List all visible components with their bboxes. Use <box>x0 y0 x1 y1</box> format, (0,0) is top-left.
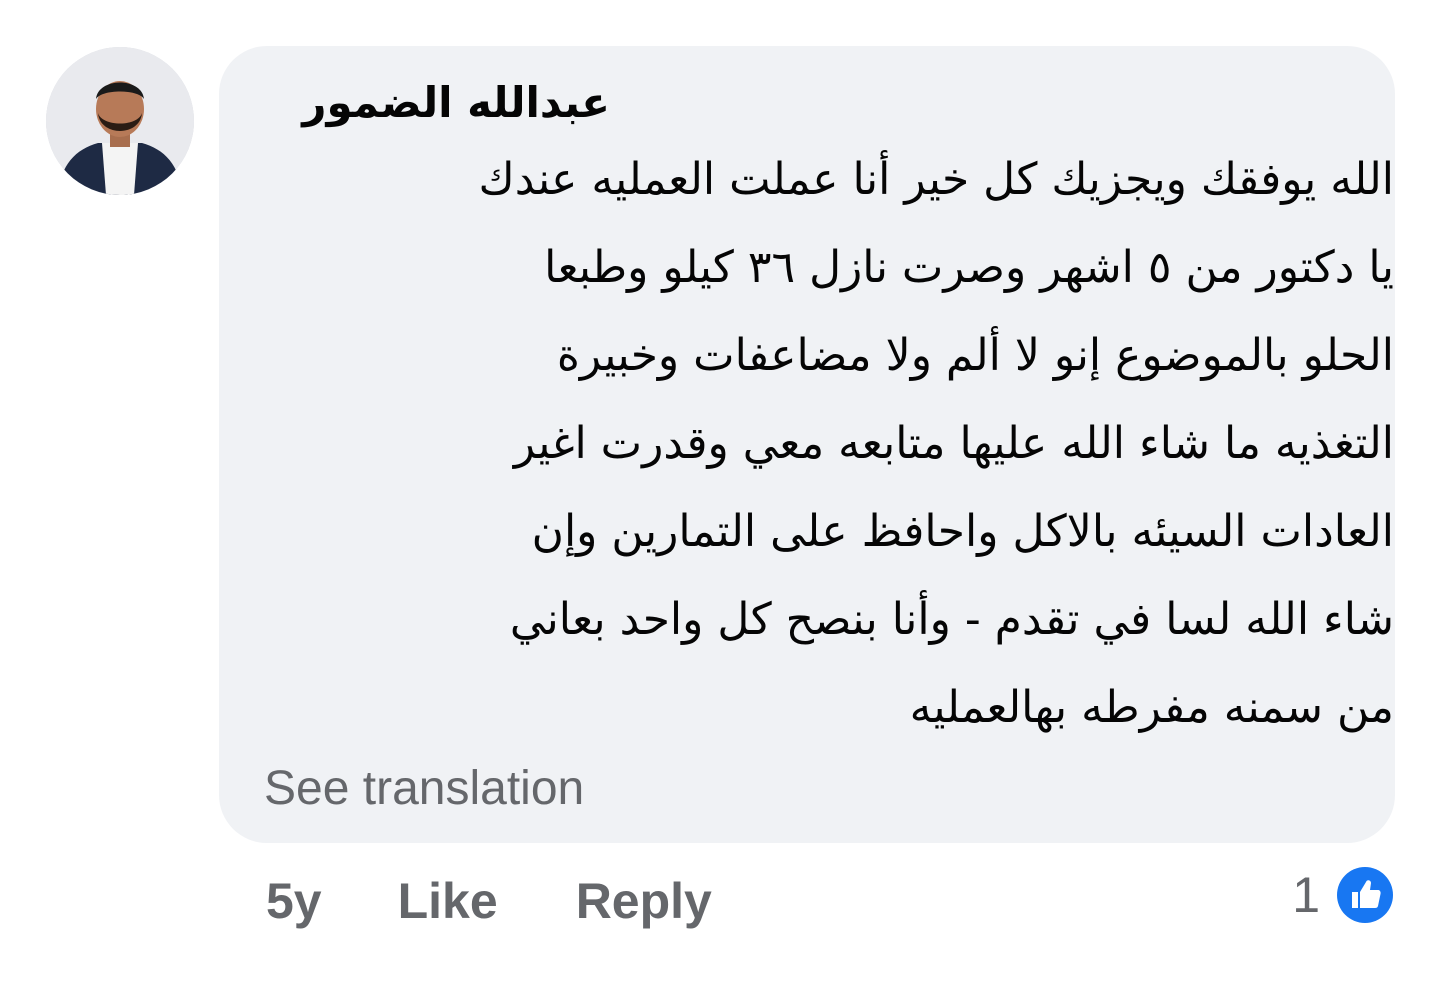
reply-button[interactable]: Reply <box>576 872 712 930</box>
comment-line: من سمنه مفرطه بهالعمليه <box>909 682 1394 733</box>
comment-line: شاء الله لسا في تقدم - وأنا بنصح كل واحد… <box>509 594 1394 645</box>
avatar[interactable] <box>46 47 194 195</box>
comment-actions: 5y Like Reply <box>266 866 712 936</box>
comment-line: الله يوفقك ويجزيك كل خير أنا عملت العملي… <box>478 154 1394 205</box>
author-name[interactable]: عبدالله الضمور <box>302 78 610 127</box>
comment-line: العادات السيئه بالاكل واحافظ على التماري… <box>531 506 1394 557</box>
like-button[interactable]: Like <box>398 872 498 930</box>
timestamp[interactable]: 5y <box>266 872 322 930</box>
like-icon <box>1334 864 1396 926</box>
comment-text: الله يوفقك ويجزيك كل خير أنا عملت العملي… <box>314 136 1394 752</box>
reaction-count: 1 <box>1292 867 1320 923</box>
comment-line: الحلو بالموضوع إنو لا ألم ولا مضاعفات وخ… <box>556 330 1394 381</box>
comment-line: يا دكتور من ٥ اشهر وصرت نازل ٣٦ كيلو وطب… <box>544 242 1394 293</box>
see-translation-link[interactable]: See translation <box>264 761 584 816</box>
avatar-photo <box>46 47 194 195</box>
reaction-summary[interactable]: 1 <box>1292 860 1396 930</box>
comment-line: التغذيه ما شاء الله عليها متابعه معي وقد… <box>513 418 1394 469</box>
comment: عبدالله الضمور الله يوفقك ويجزيك كل خير … <box>0 0 1440 983</box>
